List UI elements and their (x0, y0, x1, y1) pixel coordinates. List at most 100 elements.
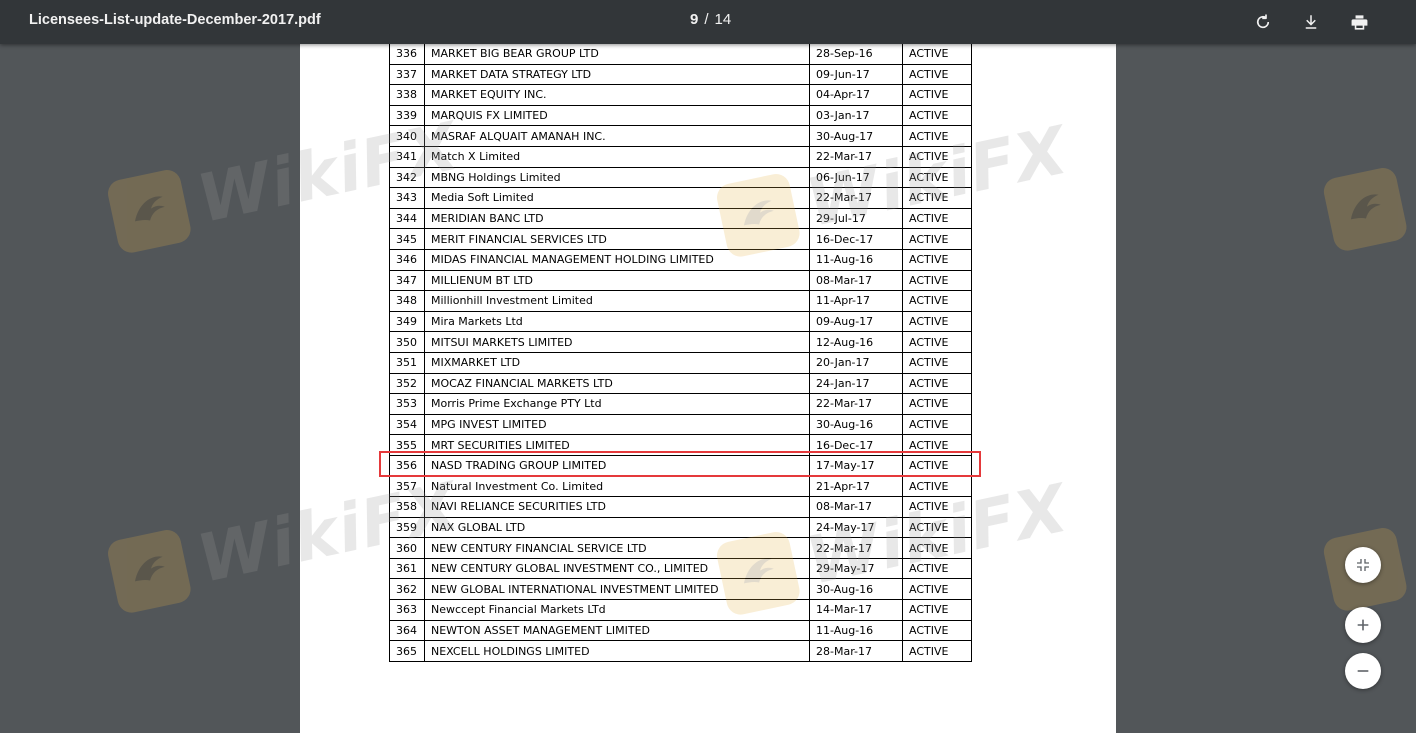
table-row: 340 MASRAF ALQUAIT AMANAH INC. 30-Aug-17 AC… (389, 125, 972, 147)
table-row: 346 MIDAS FINANCIAL MANAGEMENT HOLDING LI… (389, 248, 972, 271)
licensee-name: MOCAZ FINANCIAL MARKETS LTD (424, 372, 810, 395)
licensee-name: NEW GLOBAL INTERNATIONAL INVESTMENT LIMI… (424, 578, 810, 601)
table-row: 365 NEXCELL HOLDINGS LIMITED 28-Mar-17 ACTI… (389, 640, 972, 662)
licensee-name: Natural Investment Co. Limited (424, 475, 810, 498)
license-date: 16-Dec-17 (809, 434, 903, 456)
license-date: 28-Mar-17 (809, 640, 903, 662)
table-row: 336 MARKET BIG BEAR GROUP LTD 28-Sep-16 ACT… (389, 44, 972, 65)
license-status: ACTIVE (902, 269, 972, 292)
license-date: 20-Jan-17 (809, 351, 903, 374)
license-date: 09-Aug-17 (809, 310, 903, 333)
license-status: ACTIVE (902, 331, 972, 353)
licensee-name: MIXMARKET LTD (424, 351, 810, 374)
row-number: 362 (389, 578, 425, 601)
page-indicator: 9 / 14 (690, 11, 731, 28)
row-number: 344 (389, 207, 425, 230)
current-page-number[interactable]: 9 (690, 11, 698, 28)
licensee-name: NEWTON ASSET MANAGEMENT LIMITED (424, 619, 810, 642)
license-date: 06-Jun-17 (809, 166, 903, 189)
table-row: 361 NEW CENTURY GLOBAL INVESTMENT CO., LI… (389, 557, 972, 580)
row-number: 360 (389, 537, 425, 559)
licensee-name: MARQUIS FX LIMITED (424, 104, 810, 127)
row-number: 356 (389, 454, 425, 477)
wikifx-logo-icon (1321, 165, 1410, 254)
licensee-name: NEW CENTURY FINANCIAL SERVICE LTD (424, 537, 810, 559)
licensee-name: Millionhill Investment Limited (424, 290, 810, 312)
table-row: 353 Morris Prime Exchange PTY Ltd 22-Mar-1… (389, 393, 972, 415)
license-date: 28-Sep-16 (809, 44, 903, 65)
download-button[interactable] (1295, 6, 1327, 38)
license-status: ACTIVE (902, 640, 972, 662)
fit-to-page-button[interactable] (1345, 547, 1381, 583)
licensee-name: Mira Markets Ltd (424, 310, 810, 333)
license-date: 24-Jan-17 (809, 372, 903, 395)
watermark (1321, 165, 1410, 254)
license-status: ACTIVE (902, 104, 972, 127)
licensee-name: NAVI RELIANCE SECURITIES LTD (424, 496, 810, 518)
rotate-button[interactable] (1247, 6, 1279, 38)
table-row: 347 MILLIENUM BT LTD 08-Mar-17 ACTIVE (389, 269, 972, 292)
zoom-in-button[interactable] (1345, 607, 1381, 643)
row-number: 343 (389, 187, 425, 209)
document-title: Licensees-List-update-December-2017.pdf (29, 12, 321, 28)
license-date: 04-Apr-17 (809, 84, 903, 106)
license-date: 03-Jan-17 (809, 104, 903, 127)
license-date: 22-Mar-17 (809, 145, 903, 168)
license-status: ACTIVE (902, 44, 972, 65)
rotate-icon (1256, 14, 1270, 29)
licensee-name: MASRAF ALQUAIT AMANAH INC. (424, 125, 810, 147)
table-row: 356 NASD TRADING GROUP LIMITED 17-May-17 AC… (389, 454, 972, 477)
zoom-out-icon (1357, 670, 1369, 672)
license-status: ACTIVE (902, 599, 972, 621)
license-status: ACTIVE (902, 619, 972, 642)
licensee-name: MARKET DATA STRATEGY LTD (424, 63, 810, 86)
table-row: 358 NAVI RELIANCE SECURITIES LTD 08-Mar-17… (389, 496, 972, 518)
zoom-out-button[interactable] (1345, 653, 1381, 689)
license-date: 22-Mar-17 (809, 187, 903, 209)
license-date: 22-Mar-17 (809, 537, 903, 559)
licensee-name: Match X Limited (424, 145, 810, 168)
license-status: ACTIVE (902, 228, 972, 250)
licensee-name: MILLIENUM BT LTD (424, 269, 810, 292)
license-status: ACTIVE (902, 207, 972, 230)
license-status: ACTIVE (902, 372, 972, 395)
table-row: 354 MPG INVEST LIMITED 30-Aug-16 ACTIVE (389, 413, 972, 436)
licensee-name: MARKET BIG BEAR GROUP LTD (424, 44, 810, 65)
table-row: 359 NAX GLOBAL LTD 24-May-17 ACTIVE (389, 516, 972, 539)
row-number: 365 (389, 640, 425, 662)
license-status: ACTIVE (902, 578, 972, 601)
table-row: 363 Newccept Financial Markets LTd 14-Mar-… (389, 599, 972, 621)
table-row: 342 MBNG Holdings Limited 06-Jun-17 ACTIVE (389, 166, 972, 189)
row-number: 339 (389, 104, 425, 127)
table-row: 364 NEWTON ASSET MANAGEMENT LIMITED 11-Aug… (389, 619, 972, 642)
wikifx-logo-icon (105, 526, 194, 615)
row-number: 349 (389, 310, 425, 333)
row-number: 363 (389, 599, 425, 621)
licensees-table: 336 MARKET BIG BEAR GROUP LTD 28-Sep-16 ACT… (389, 44, 972, 662)
license-date: 30-Aug-16 (809, 578, 903, 601)
row-number: 346 (389, 248, 425, 271)
table-row: 357 Natural Investment Co. Limited 21-Apr-… (389, 475, 972, 498)
licensee-name: NASD TRADING GROUP LIMITED (424, 454, 810, 477)
row-number: 357 (389, 475, 425, 498)
table-row: 345 MERIT FINANCIAL SERVICES LTD 16-Dec-17… (389, 228, 972, 250)
license-status: ACTIVE (902, 537, 972, 559)
total-pages: 14 (714, 11, 732, 28)
row-number: 347 (389, 269, 425, 292)
page-separator: / (704, 11, 709, 28)
licensee-name: Media Soft Limited (424, 187, 810, 209)
licensee-name: NEW CENTURY GLOBAL INVESTMENT CO., LIMIT… (424, 557, 810, 580)
license-date: 17-May-17 (809, 454, 903, 477)
licensee-name: MERIT FINANCIAL SERVICES LTD (424, 228, 810, 250)
license-status: ACTIVE (902, 351, 972, 374)
licensee-name: MARKET EQUITY INC. (424, 84, 810, 106)
print-button[interactable] (1343, 6, 1375, 38)
license-date: 08-Mar-17 (809, 496, 903, 518)
zoom-in-icon (1357, 619, 1369, 631)
table-row: 341 Match X Limited 22-Mar-17 ACTIVE (389, 145, 972, 168)
license-date: 11-Apr-17 (809, 290, 903, 312)
table-row: 339 MARQUIS FX LIMITED 03-Jan-17 ACTIVE (389, 104, 972, 127)
row-number: 341 (389, 145, 425, 168)
license-status: ACTIVE (902, 475, 972, 498)
row-number: 342 (389, 166, 425, 189)
